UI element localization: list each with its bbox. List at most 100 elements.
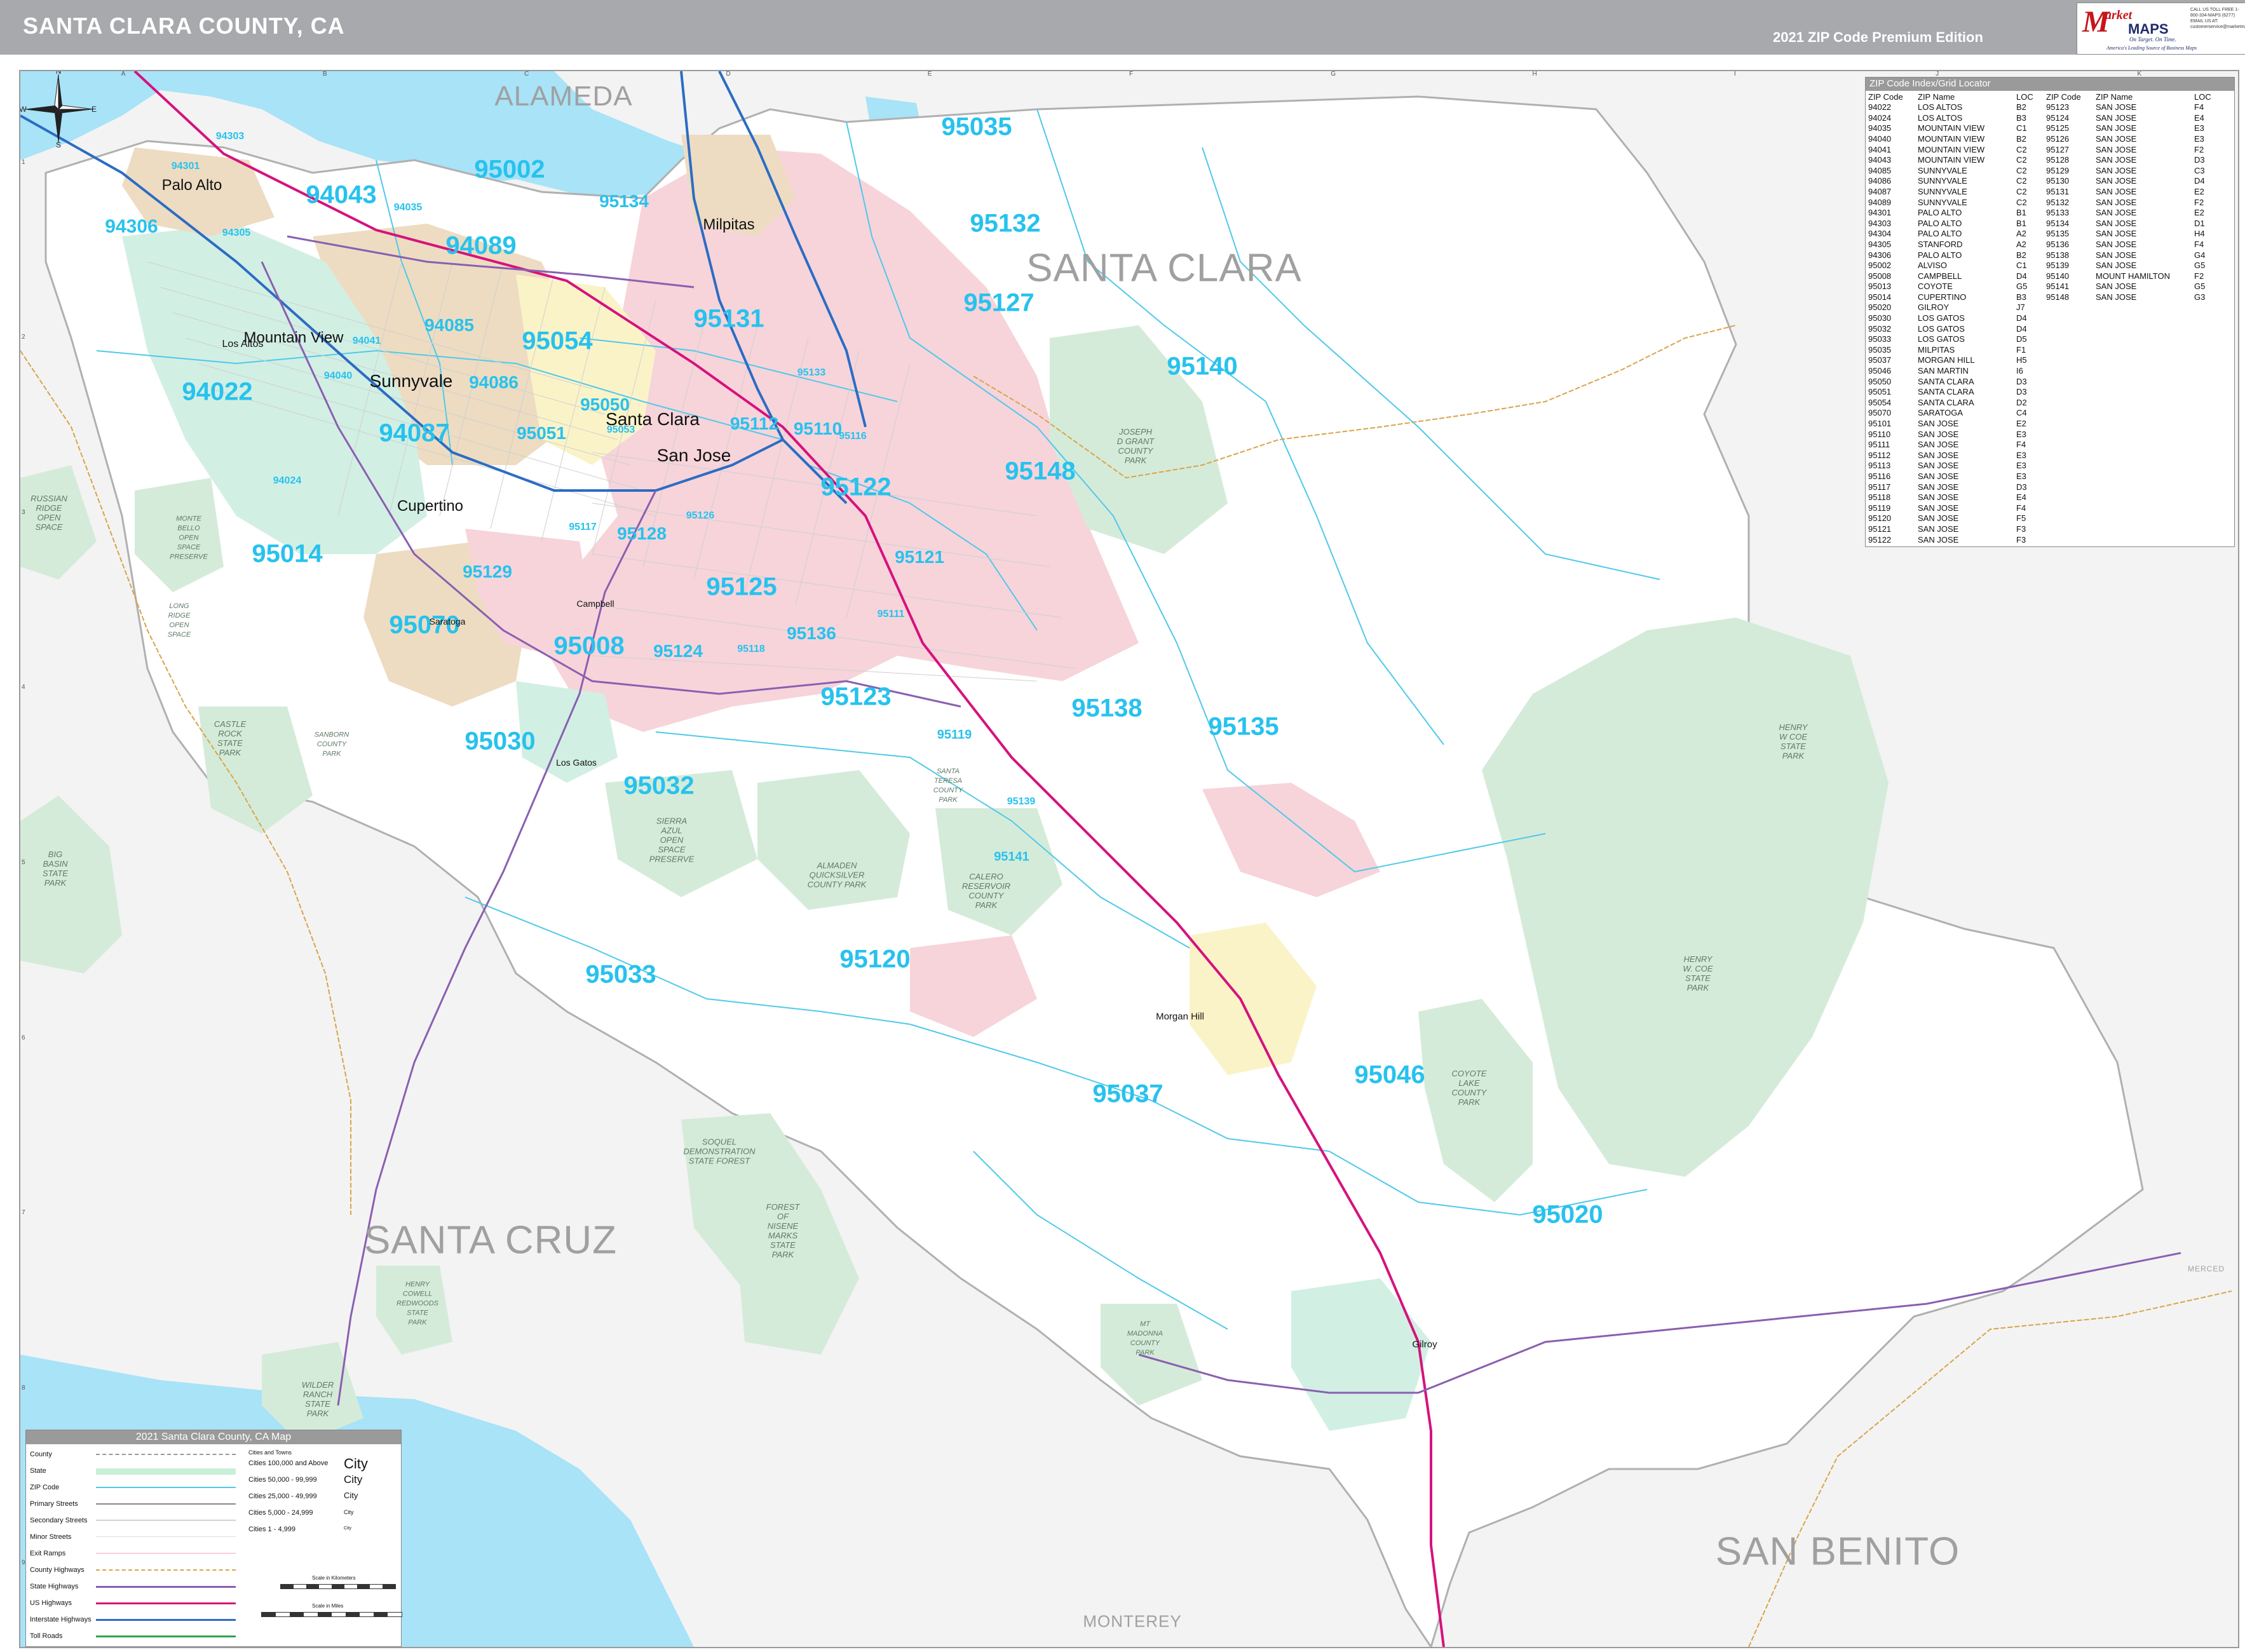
zip-index-name: MOUNTAIN VIEW — [1918, 133, 1985, 144]
zip-index-code: 95054 — [1868, 397, 1892, 407]
city-los-gatos: Los Gatos — [556, 757, 597, 768]
zip-index-code: 94086 — [1868, 176, 1892, 186]
county-label-san-benito: SAN BENITO — [1715, 1529, 1960, 1574]
legend-pop-2: Cities 50,000 - 99,999 — [248, 1476, 317, 1484]
zip-index-name: CAMPBELL — [1918, 271, 1962, 281]
zip-index-column-2: ZIP Code ZIP Name LOC 95123 SAN JOSE F4 951… — [2046, 92, 2224, 546]
grid-column-label: I — [1733, 71, 1736, 78]
zip-index-loc: C1 — [2016, 123, 2027, 133]
zip-index-name: SAN JOSE — [2096, 102, 2137, 112]
zip-index-row: 95124 SAN JOSE E4 — [2046, 113, 2224, 124]
grid-row-label: 4 — [22, 684, 25, 691]
zip-95127: 95127 — [963, 288, 1034, 317]
grid-column-label: H — [1532, 71, 1537, 78]
park-label-almaden: ALMADEN QUICKSILVER COUNTY PARK — [807, 860, 867, 890]
zip-index-name: SAN JOSE — [2096, 197, 2137, 207]
zip-94303: 94303 — [215, 131, 245, 142]
zip-index-code: 95008 — [1868, 271, 1892, 281]
zip-index-loc: C2 — [2016, 155, 2027, 165]
zip-index-name: SAN JOSE — [2096, 112, 2137, 123]
zip-index-loc: B2 — [2016, 250, 2026, 260]
zip-index-name: PALO ALTO — [1918, 250, 1962, 260]
county-label-merced: MERCED — [2187, 1264, 2225, 1273]
zip-index-loc: E3 — [2194, 123, 2204, 133]
legend-scale-km: Scale in Kilometers — [312, 1575, 356, 1581]
zip-95138: 95138 — [1071, 694, 1143, 722]
legend-title: 2021 Santa Clara County, CA Map — [26, 1430, 401, 1444]
grid-column-label: G — [1331, 71, 1336, 78]
zip-index-loc: D5 — [2016, 334, 2027, 344]
grid-column-label: C — [524, 71, 529, 78]
park-label-soquel: SOQUEL DEMONSTRATION STATE FOREST — [683, 1137, 756, 1166]
county-label-santa-cruz: SANTA CRUZ — [363, 1218, 618, 1263]
grid-row-label: 1 — [22, 158, 25, 166]
zip-95008: 95008 — [553, 632, 625, 660]
zip-index-code: 95138 — [2046, 250, 2070, 260]
park-label-joseph-grant: JOSEPH D GRANT COUNTY PARK — [1116, 427, 1155, 465]
zip-95020: 95020 — [1532, 1200, 1603, 1229]
zip-index-loc: D3 — [2194, 155, 2205, 165]
zip-index-code: 95113 — [1868, 461, 1891, 471]
zip-index-loc: E2 — [2194, 208, 2204, 218]
zip-index-code: 94089 — [1868, 197, 1892, 207]
zip-index-row: 94022 LOS ALTOS B2 — [1868, 102, 2046, 113]
zip-index-loc: I6 — [2016, 366, 2023, 376]
zip-95037: 95037 — [1092, 1080, 1163, 1108]
zip-index-code: 95120 — [1868, 513, 1892, 524]
zip-index-row: 95113 SAN JOSE E3 — [1868, 461, 2046, 471]
zip-index-name: SAN JOSE — [1918, 440, 1959, 450]
zip-94086: 94086 — [469, 372, 519, 392]
zip-index-row: 95139 SAN JOSE G5 — [2046, 261, 2224, 271]
zip-index-code: 95130 — [2046, 176, 2070, 186]
zip-index-loc: F5 — [2016, 513, 2026, 524]
zip-index-name: SANTA CLARA — [1918, 397, 1974, 407]
zip-95120: 95120 — [839, 945, 911, 973]
zip-index-code: 95121 — [1868, 524, 1892, 534]
zip-index-header-row: ZIP Code ZIP Name LOC — [1868, 92, 2046, 103]
zip-index-row: 95123 SAN JOSE F4 — [2046, 102, 2224, 113]
zip-index-name: SAN JOSE — [1918, 429, 1959, 439]
zip-index-loc: F3 — [2016, 524, 2026, 534]
zip-index-name: SAN JOSE — [2096, 133, 2137, 144]
zip-index-code: 95111 — [1868, 440, 1890, 450]
zip-index-loc: F2 — [2194, 271, 2204, 281]
zip-index-row: 95035 MILPITAS F1 — [1868, 345, 2046, 356]
grid-column-label: F — [1129, 71, 1134, 78]
zip-95116: 95116 — [839, 431, 867, 442]
legend-state-swatch — [96, 1468, 236, 1475]
zip-index-name: MOUNT HAMILTON — [2096, 271, 2171, 281]
zip-95122: 95122 — [820, 473, 892, 501]
zip-index-row: 95119 SAN JOSE F4 — [1868, 503, 2046, 514]
zip-95014: 95014 — [252, 539, 323, 568]
header-bar: SANTA CLARA COUNTY, CA 2021 ZIP Code Pre… — [0, 0, 2245, 55]
county-label-alameda: ALAMEDA — [494, 81, 633, 112]
zip-index-code: 95035 — [1868, 344, 1892, 355]
zip-95133: 95133 — [797, 367, 826, 378]
park-label-santa-teresa: SANTA TERESA COUNTY PARK — [933, 768, 963, 804]
park-label-wilder: WILDER RANCH STATE PARK — [301, 1380, 334, 1418]
zip-index-name: SAN JOSE — [2096, 144, 2137, 154]
park-label-henry-cowell: HENRY COWELL REDWOODS STATE PARK — [397, 1280, 438, 1327]
zip-index-loc: F2 — [2194, 144, 2204, 154]
zip-index-name: MOUNTAIN VIEW — [1918, 144, 1985, 154]
zip-index-name: MOUNTAIN VIEW — [1918, 155, 1985, 165]
legend-state: State — [30, 1467, 46, 1475]
legend-interstate: Interstate Highways — [30, 1616, 92, 1623]
zip-index-code: 95125 — [2046, 123, 2070, 133]
legend-county-hwy-swatch — [96, 1569, 236, 1571]
zip-index-loc: D3 — [2016, 482, 2027, 492]
zip-index-row: 95133 SAN JOSE E2 — [2046, 208, 2224, 219]
zip-95125: 95125 — [706, 572, 777, 601]
zip-index-name: SAN JOSE — [1918, 419, 1959, 428]
zip-index-row: 95136 SAN JOSE F4 — [2046, 240, 2224, 250]
zip-index-loc: F4 — [2194, 102, 2204, 112]
zip-index-title: ZIP Code Index/Grid Locator — [1866, 78, 2234, 91]
legend-secondary: Secondary Streets — [30, 1517, 88, 1524]
zip-95035: 95035 — [941, 112, 1012, 141]
map-title: SANTA CLARA COUNTY, CA — [23, 13, 345, 39]
zip-index-name: MOUNTAIN VIEW — [1918, 123, 1985, 133]
zip-index-name: SAN JOSE — [2096, 218, 2137, 228]
zip-index-row: 95111 SAN JOSE F4 — [1868, 440, 2046, 450]
zip-index-code: 95037 — [1868, 355, 1892, 365]
zip-index-row: 94306 PALO ALTO B2 — [1868, 250, 2046, 261]
